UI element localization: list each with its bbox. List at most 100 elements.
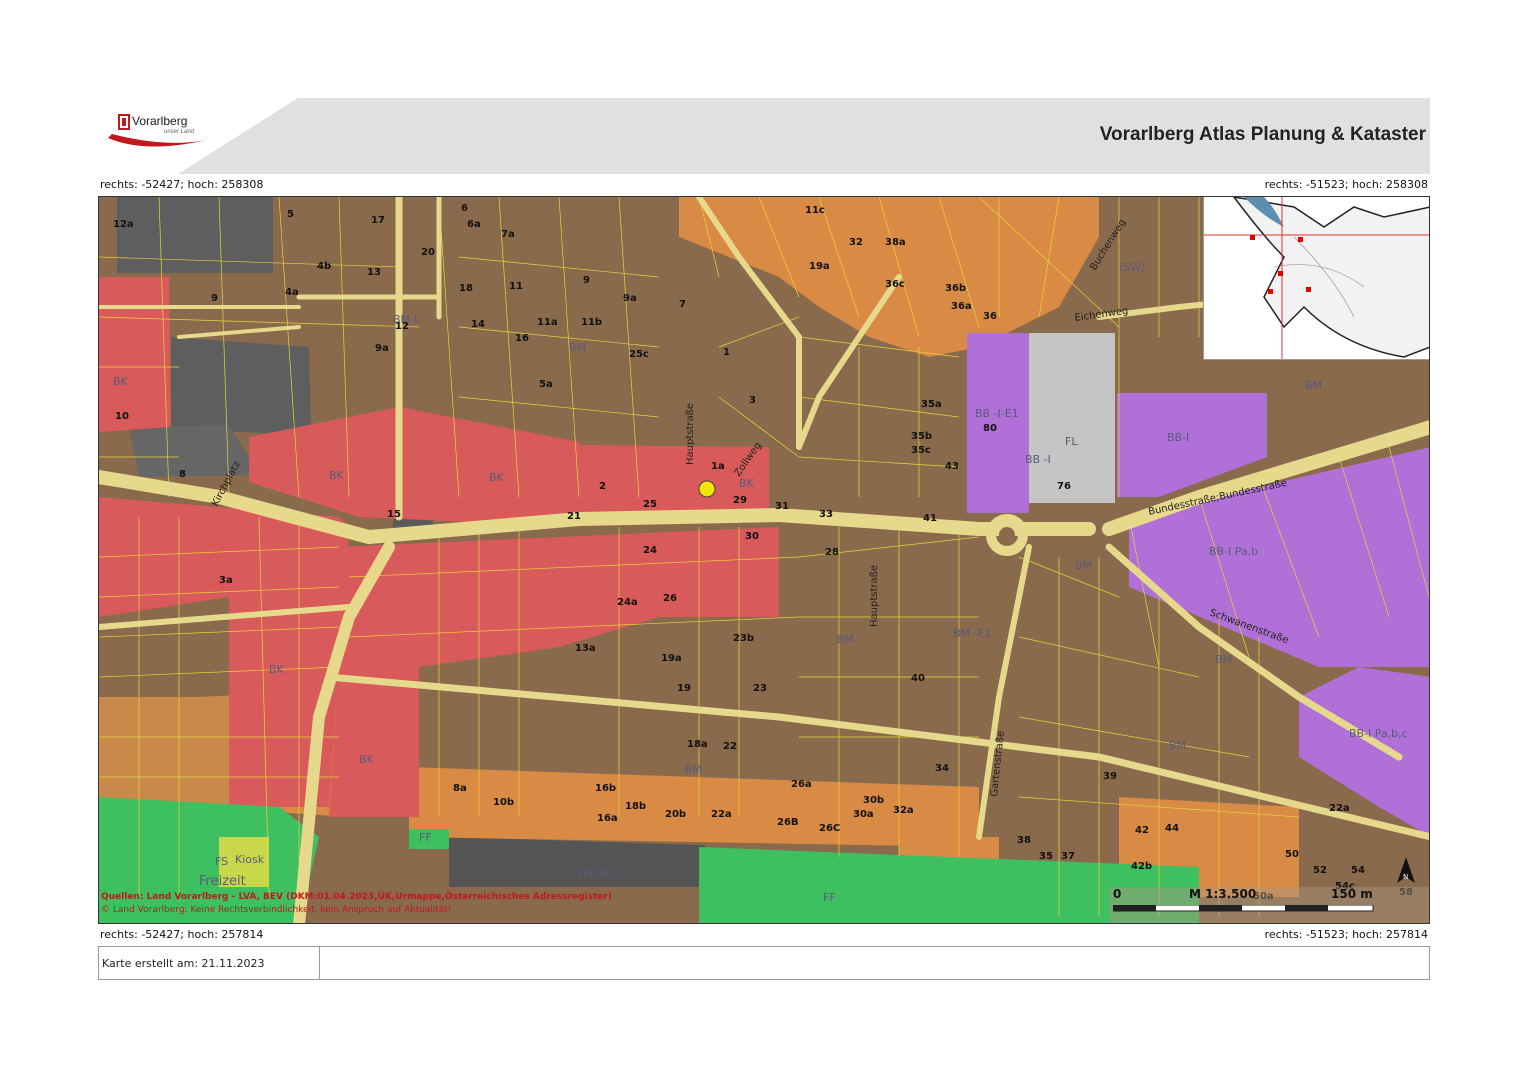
scale-ruler <box>1113 905 1374 912</box>
house-number: 44 <box>1165 823 1179 834</box>
house-number: 17 <box>371 215 385 226</box>
house-number: 36 <box>983 311 997 322</box>
zone-kiosk: Kiosk <box>235 853 265 866</box>
map-sheet: Vorarlberg unser Land Vorarlberg Atlas P… <box>98 98 1430 982</box>
zone-bk-5: BK <box>269 663 285 676</box>
house-number: 1 <box>723 347 730 358</box>
house-number: 34 <box>935 763 949 774</box>
house-number: 7 <box>679 299 686 310</box>
zone-bb-i: BB -I <box>1025 453 1051 466</box>
house-number: 20b <box>665 809 686 820</box>
zone-ff-kg: (FF,KG) <box>579 867 619 880</box>
copyright-line: © Land Vorarlberg: Keine Rechtsverbindli… <box>101 905 452 915</box>
zone-sw: (SW) <box>1119 261 1145 274</box>
house-number: 26 <box>663 593 677 604</box>
zone-bb-i-pabc: BB-I Pa,b,c <box>1349 727 1408 740</box>
house-number: 36b <box>945 283 966 294</box>
house-number: 54 <box>1351 865 1365 876</box>
house-number: 24 <box>643 545 657 556</box>
street-hauptstrasse-north: Hauptstraße <box>685 403 696 465</box>
house-number: 13a <box>575 643 596 654</box>
zone-bm-4: BM <box>837 633 854 646</box>
house-number: 9a <box>623 293 637 304</box>
house-number: 1a <box>711 461 725 472</box>
house-number: 18a <box>687 739 708 750</box>
north-label: N <box>1403 873 1408 881</box>
house-number: 43 <box>945 461 959 472</box>
house-number: 23 <box>753 683 767 694</box>
house-number: 30 <box>745 531 759 542</box>
house-number: 8a <box>453 783 467 794</box>
house-number: 37 <box>1061 851 1075 862</box>
industrial-a <box>967 333 1029 513</box>
house-number: 22a <box>1329 803 1350 814</box>
house-number: 35a <box>921 399 942 410</box>
house-number: 33 <box>819 509 833 520</box>
house-number: 35 <box>1039 851 1053 862</box>
house-number: 3 <box>749 395 756 406</box>
house-number: 12 <box>395 321 409 332</box>
house-number: 11b <box>581 317 602 328</box>
logo-text: Vorarlberg <box>132 114 188 128</box>
zone-bm-3: BM <box>1075 559 1092 572</box>
map-created-date: Karte erstellt am: 21.11.2023 <box>102 957 265 970</box>
house-number: 80 <box>983 423 997 434</box>
house-number: 7a <box>501 229 515 240</box>
zone-bk-4: BK <box>739 477 755 490</box>
residential-west <box>99 697 229 807</box>
house-number: 19 <box>677 683 691 694</box>
house-number: 38a <box>885 237 906 248</box>
house-number: 16a <box>597 813 618 824</box>
house-number: 20 <box>421 247 435 258</box>
zone-bm-2: BM <box>1305 379 1322 392</box>
zone-bk-2: BK <box>489 471 505 484</box>
coord-top-left: rechts: -52427; hoch: 258308 <box>100 178 264 191</box>
house-number: 16b <box>595 783 616 794</box>
footer-date-cell: Karte erstellt am: 21.11.2023 <box>99 947 320 979</box>
location-marker[interactable] <box>698 480 716 498</box>
house-number: 36a <box>951 301 972 312</box>
house-number: 42b <box>1131 861 1152 872</box>
house-number: 9 <box>211 293 218 304</box>
house-number: 18 <box>459 283 473 294</box>
house-number: 52 <box>1313 865 1327 876</box>
overview-map <box>1204 197 1429 359</box>
north-arrow-icon: N <box>1397 857 1415 883</box>
map-canvas[interactable]: Kirchplatz Hauptstraße Zollweg Eichenweg… <box>98 196 1430 924</box>
house-number: 32 <box>849 237 863 248</box>
scale-ratio: M 1:3.500 <box>1189 887 1257 901</box>
house-number: 9 <box>583 275 590 286</box>
zone-bk-3: BK <box>113 375 129 388</box>
house-number: 14 <box>471 319 485 330</box>
house-number: 24a <box>617 597 638 608</box>
house-number: 9a <box>375 343 389 354</box>
house-number: 4a <box>285 287 299 298</box>
house-number: 23b <box>733 633 754 644</box>
zone-bm-7: BM <box>1215 653 1232 666</box>
grey-area-top <box>117 197 273 273</box>
house-number: 29 <box>733 495 747 506</box>
zone-bm-6: BM <box>1169 739 1186 752</box>
house-number: 26B <box>777 817 799 828</box>
house-number: 76 <box>1057 481 1071 492</box>
roundabout-center <box>999 527 1015 543</box>
house-number: 13 <box>367 267 381 278</box>
zone-bb-i-pab: BB-I Pa,b <box>1209 545 1258 558</box>
house-number: 41 <box>923 513 937 524</box>
zone-bm-1: BM <box>569 341 586 354</box>
zone-freizeit: Freizeit <box>199 874 246 889</box>
house-number: 25c <box>629 349 649 360</box>
house-number: 11 <box>509 281 523 292</box>
house-number: 36c <box>885 279 905 290</box>
house-number: 28 <box>825 547 839 558</box>
logo-subtitle: unser Land <box>164 129 195 135</box>
house-number: 35b <box>911 431 932 442</box>
house-number: 30b <box>863 795 884 806</box>
coord-top-right: rechts: -51523; hoch: 258308 <box>1264 178 1428 191</box>
zone-bb-i1: BB-I <box>1167 431 1189 444</box>
house-number: 4b <box>317 261 331 272</box>
scale-start: 0 <box>1113 887 1122 901</box>
overview-inset <box>1203 197 1429 360</box>
footer: Karte erstellt am: 21.11.2023 <box>98 946 1430 980</box>
house-number: 19a <box>661 653 682 664</box>
